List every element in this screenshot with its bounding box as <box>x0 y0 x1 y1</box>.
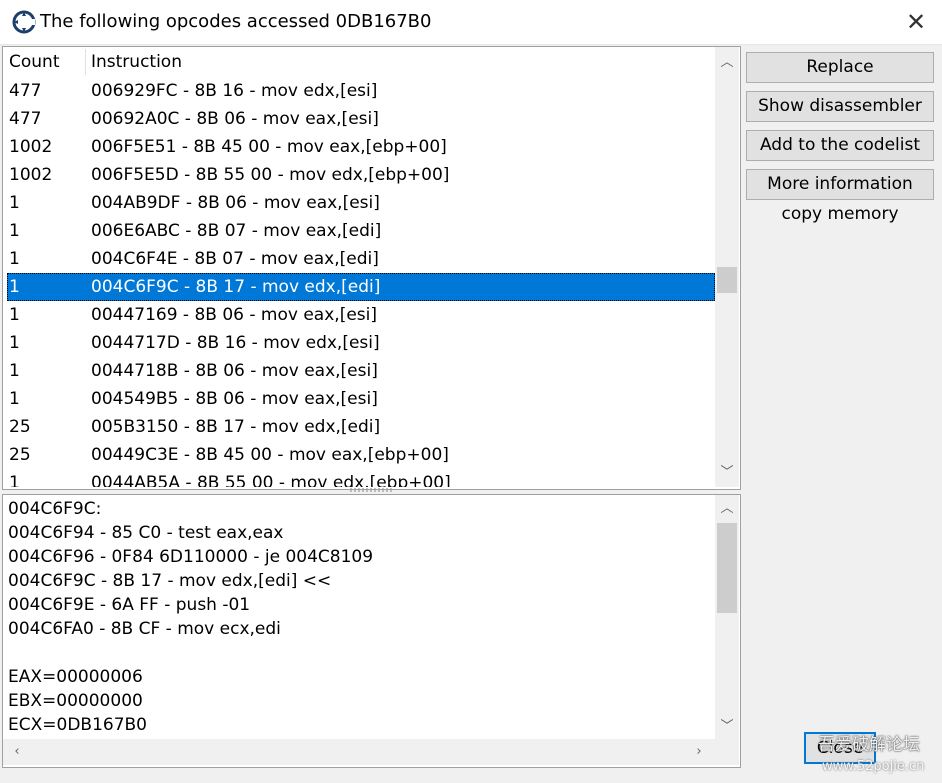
window-close-icon[interactable]: ✕ <box>896 6 936 38</box>
row-instruction: 00449C3E - 8B 45 00 - mov eax,[ebp+00] <box>91 445 449 465</box>
row-count: 1002 <box>9 137 53 157</box>
table-row[interactable]: 1002 006F5E5D - 8B 55 00 - mov edx,[ebp+0… <box>3 161 715 189</box>
list-rows: 477 006929FC - 8B 16 - mov edx,[esi] 477 00… <box>3 77 715 487</box>
column-header-instruction[interactable]: Instruction <box>91 47 182 77</box>
scroll-corner <box>715 739 739 765</box>
scroll-left-icon[interactable]: ‹ <box>5 742 29 762</box>
opcodes-list[interactable]: Count Instruction 477 006929FC - 8B 16 - … <box>2 46 741 490</box>
scroll-thumb[interactable] <box>717 523 737 613</box>
row-instruction: 00692A0C - 8B 06 - mov eax,[esi] <box>91 109 379 129</box>
show-disassembler-button[interactable]: Show disassembler <box>746 91 934 122</box>
disasm-line: EAX=00000006 <box>8 667 143 687</box>
row-instruction: 0044718B - 8B 06 - mov eax,[esi] <box>91 361 378 381</box>
row-instruction: 0044AB5A - 8B 55 00 - mov edx,[ebp+00] <box>91 473 451 487</box>
row-instruction: 006E6ABC - 8B 07 - mov eax,[edi] <box>91 221 382 241</box>
title-bar: The following opcodes accessed 0DB167B0 … <box>0 0 942 45</box>
scroll-right-icon[interactable]: › <box>687 742 711 762</box>
copy-memory-link[interactable]: copy memory <box>746 202 934 226</box>
row-instruction: 006929FC - 8B 16 - mov edx,[esi] <box>91 81 378 101</box>
list-vertical-scrollbar[interactable]: ︿ ﹀ <box>715 47 739 487</box>
scroll-thumb[interactable] <box>717 267 737 293</box>
row-count: 477 <box>9 81 42 101</box>
table-row[interactable]: 1 006E6ABC - 8B 07 - mov eax,[edi] <box>3 217 715 245</box>
scroll-up-icon[interactable]: ︿ <box>715 499 739 519</box>
table-row[interactable]: 1 0044AB5A - 8B 55 00 - mov edx,[ebp+00] <box>3 469 715 487</box>
scroll-down-icon[interactable]: ﹀ <box>715 463 739 483</box>
disasm-line: 004C6F96 - 0F84 6D110000 - je 004C8109 <box>8 547 374 567</box>
replace-button[interactable]: Replace <box>746 52 934 83</box>
disasm-line: 004C6F94 - 85 C0 - test eax,eax <box>8 523 284 543</box>
row-count: 1 <box>9 389 20 409</box>
disassembly-lines: 004C6F9C: 004C6F94 - 85 C0 - test eax,eax… <box>8 497 714 737</box>
column-header-count[interactable]: Count <box>9 47 60 77</box>
row-count: 25 <box>9 417 31 437</box>
row-count: 1 <box>9 361 20 381</box>
table-row[interactable]: 1002 006F5E51 - 8B 45 00 - mov eax,[ebp+0… <box>3 133 715 161</box>
row-count: 1 <box>9 277 20 297</box>
scroll-down-icon[interactable]: ﹀ <box>715 717 739 737</box>
row-count: 1 <box>9 193 20 213</box>
row-count: 1002 <box>9 165 53 185</box>
table-row[interactable]: 1 0044718B - 8B 06 - mov eax,[esi] <box>3 357 715 385</box>
cheat-engine-icon <box>12 10 36 34</box>
disasm-line: ECX=0DB167B0 <box>8 715 147 735</box>
disasm-line <box>8 641 714 665</box>
row-count: 477 <box>9 109 42 129</box>
row-instruction: 006F5E5D - 8B 55 00 - mov edx,[ebp+00] <box>91 165 450 185</box>
column-divider[interactable] <box>85 49 86 75</box>
watermark-text: 吾爱破解论坛 <box>818 735 920 755</box>
disasm-line: 004C6F9E - 6A FF - push -01 <box>8 595 251 615</box>
disasm-horizontal-scrollbar[interactable]: ‹ › <box>3 739 715 765</box>
row-instruction: 004549B5 - 8B 06 - mov eax,[esi] <box>91 389 378 409</box>
row-instruction: 004C6F9C - 8B 17 - mov edx,[edi] <box>91 277 381 297</box>
window-title: The following opcodes accessed 0DB167B0 <box>40 11 432 32</box>
watermark-url: www.52pojie.cn <box>822 759 925 774</box>
row-count: 25 <box>9 445 31 465</box>
table-row[interactable]: 1 004AB9DF - 8B 06 - mov eax,[esi] <box>3 189 715 217</box>
disasm-line: 004C6F9C - 8B 17 - mov edx,[edi] << <box>8 571 332 591</box>
table-row[interactable]: 25 00449C3E - 8B 45 00 - mov eax,[ebp+00] <box>3 441 715 469</box>
row-instruction: 004C6F4E - 8B 07 - mov eax,[edi] <box>91 249 379 269</box>
more-information-button[interactable]: More information <box>746 169 934 200</box>
row-count: 1 <box>9 333 20 353</box>
row-instruction: 005B3150 - 8B 17 - mov edx,[edi] <box>91 417 381 437</box>
panel-splitter[interactable] <box>350 488 394 492</box>
row-count: 1 <box>9 305 20 325</box>
add-to-codelist-button[interactable]: Add to the codelist <box>746 130 934 161</box>
row-count: 1 <box>9 473 20 487</box>
disasm-line: 004C6FA0 - 8B CF - mov ecx,edi <box>8 619 281 639</box>
row-instruction: 00447169 - 8B 06 - mov eax,[esi] <box>91 305 377 325</box>
row-instruction: 0044717D - 8B 16 - mov edx,[esi] <box>91 333 380 353</box>
scroll-up-icon[interactable]: ︿ <box>715 53 739 73</box>
table-row[interactable]: 1 004C6F4E - 8B 07 - mov eax,[edi] <box>3 245 715 273</box>
table-row[interactable]: 1 004549B5 - 8B 06 - mov eax,[esi] <box>3 385 715 413</box>
disasm-line: EBX=00000000 <box>8 691 143 711</box>
row-count: 1 <box>9 221 20 241</box>
disasm-line: 004C6F9C: <box>8 499 102 519</box>
row-instruction: 004AB9DF - 8B 06 - mov eax,[esi] <box>91 193 380 213</box>
table-row[interactable]: 1 004C6F9C - 8B 17 - mov edx,[edi] <box>7 273 715 301</box>
disassembly-panel[interactable]: 004C6F9C: 004C6F94 - 85 C0 - test eax,eax… <box>2 494 741 768</box>
list-header: Count Instruction <box>3 47 715 77</box>
table-row[interactable]: 1 00447169 - 8B 06 - mov eax,[esi] <box>3 301 715 329</box>
disasm-vertical-scrollbar[interactable]: ︿ ﹀ <box>715 495 739 739</box>
row-instruction: 006F5E51 - 8B 45 00 - mov eax,[ebp+00] <box>91 137 447 157</box>
table-row[interactable]: 477 00692A0C - 8B 06 - mov eax,[esi] <box>3 105 715 133</box>
table-row[interactable]: 25 005B3150 - 8B 17 - mov edx,[edi] <box>3 413 715 441</box>
row-count: 1 <box>9 249 20 269</box>
table-row[interactable]: 1 0044717D - 8B 16 - mov edx,[esi] <box>3 329 715 357</box>
table-row[interactable]: 477 006929FC - 8B 16 - mov edx,[esi] <box>3 77 715 105</box>
